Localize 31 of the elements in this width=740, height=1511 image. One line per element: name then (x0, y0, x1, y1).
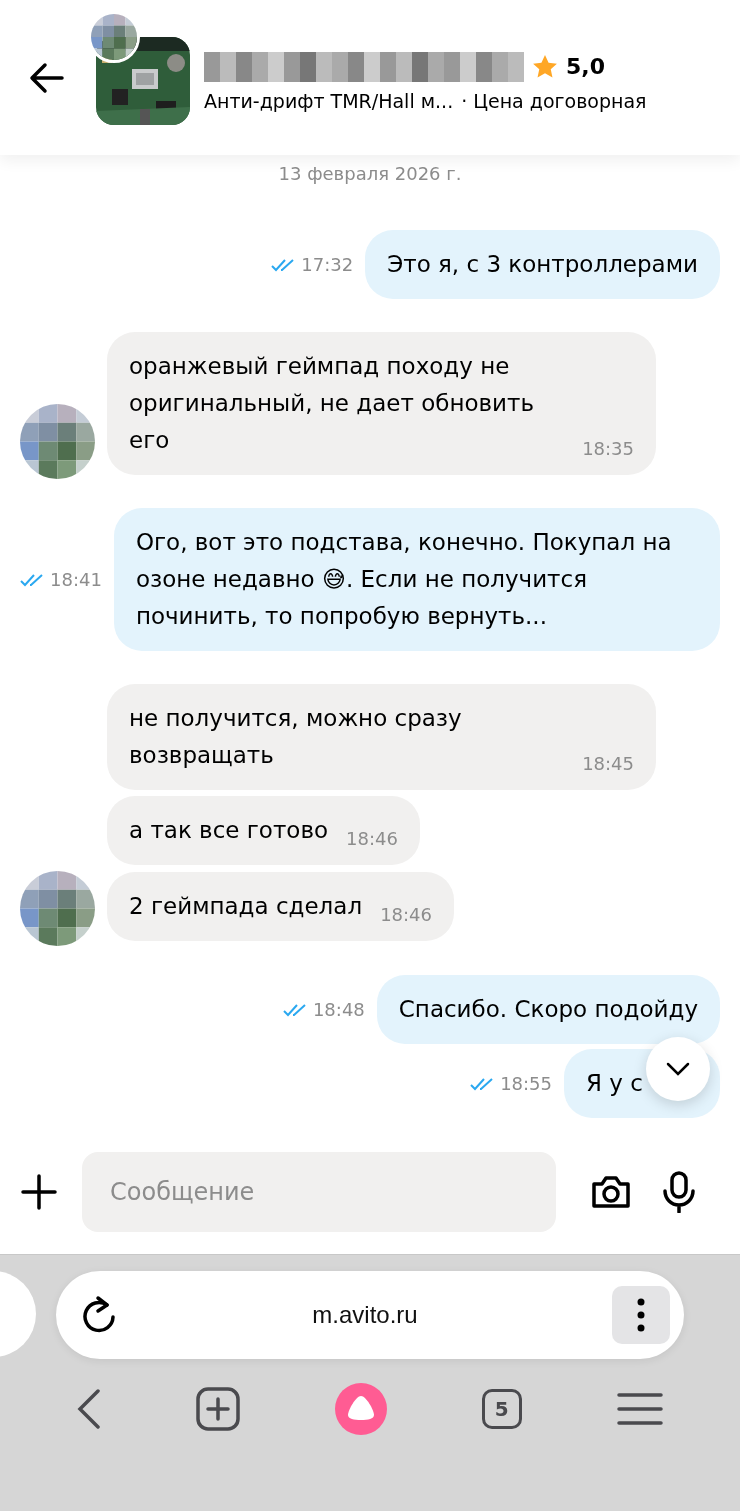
message-time: 17:32 (301, 254, 354, 275)
camera-icon[interactable] (590, 1173, 632, 1210)
message-time: 18:41 (50, 569, 102, 590)
incoming-message: а так все готово 18:46 (107, 796, 420, 865)
microphone-icon[interactable] (662, 1170, 696, 1213)
outgoing-message: Ого, вот это подстава, конечно. Покупал на озоне недавно 😅. Если не получится починить, то попробую вернуть... (113, 508, 720, 651)
message-time: 18:48 (312, 999, 365, 1020)
chevron-down-icon (666, 1062, 690, 1076)
assistant-icon[interactable] (335, 1383, 387, 1435)
more-icon (637, 1298, 645, 1332)
incoming-message: не получится, можно сразу возвращать 18:45 (107, 684, 656, 790)
tab-count[interactable]: 5 (481, 1389, 522, 1429)
listing-title[interactable]: Анти-дрифт TMR/Hall м... (204, 89, 454, 112)
back-icon[interactable] (77, 1389, 102, 1429)
seller-rating: 5,0 (566, 54, 605, 79)
more-button[interactable] (612, 1286, 670, 1344)
plus-icon[interactable] (20, 1172, 58, 1211)
star-icon (532, 53, 558, 80)
date-separator: 13 февраля 2026 г. (277, 162, 463, 186)
address-bar[interactable]: m.avito.ru (56, 1271, 684, 1359)
listing-price: · Цена договорная (461, 89, 647, 112)
new-tab-icon[interactable] (196, 1387, 241, 1431)
outgoing-message: Это я, с 3 контроллерами (365, 230, 720, 299)
outgoing-message: Спасибо. Скоро подойду (376, 975, 720, 1044)
message-time: 18:55 (500, 1073, 552, 1094)
incoming-message: 2 геймпада сделал 18:46 (107, 872, 454, 941)
page-url[interactable]: m.avito.ru (118, 1301, 612, 1329)
menu-icon[interactable] (616, 1392, 663, 1426)
message-input[interactable]: Сообщение (82, 1151, 556, 1232)
incoming-message: оранжевый геймпад походу не оригинальный, не дает обновить его 18:35 (107, 332, 656, 475)
reload-icon[interactable] (82, 1295, 118, 1335)
